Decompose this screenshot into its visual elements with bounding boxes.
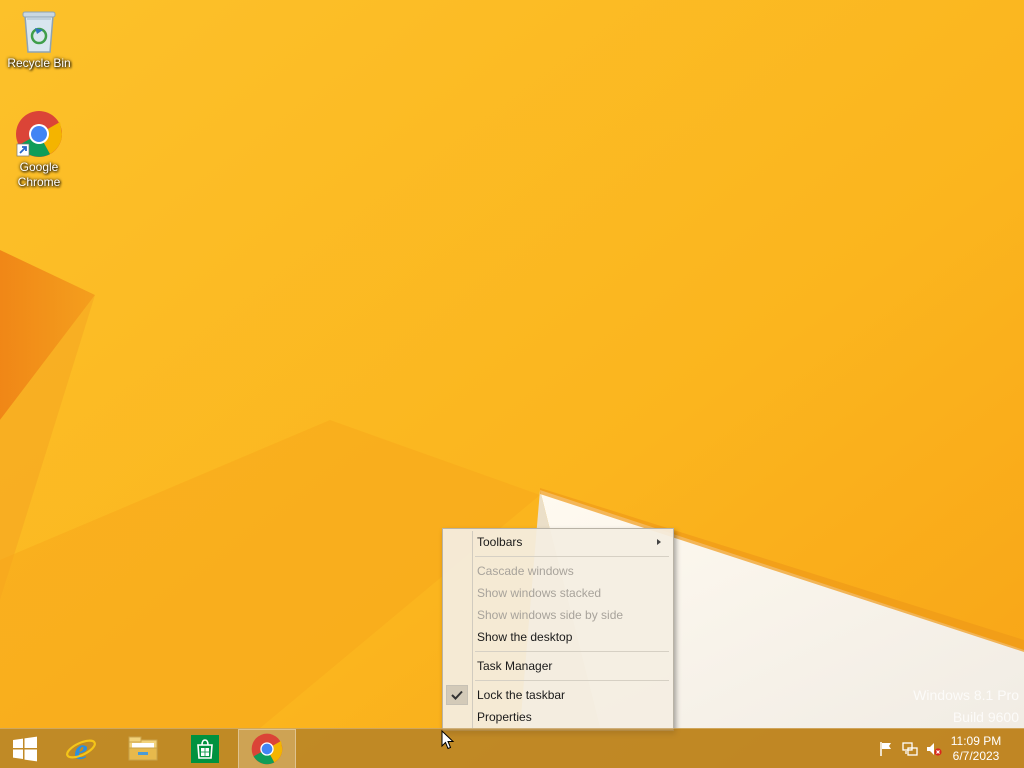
menu-separator [445, 677, 671, 684]
menu-item-label: Show windows stacked [477, 586, 602, 600]
menu-separator [445, 648, 671, 655]
system-tray: 11:09 PM 6/7/2023 [864, 729, 1024, 768]
menu-item-show-windows-stacked[interactable]: Show windows stacked [445, 582, 671, 604]
desktop-icon-label: Google Chrome [17, 160, 61, 189]
menu-item-label: Lock the taskbar [477, 688, 566, 702]
submenu-arrow-icon [657, 539, 661, 545]
menu-item-label: Show the desktop [477, 630, 573, 644]
taskbar-google-chrome[interactable] [238, 729, 296, 768]
menu-separator [445, 553, 671, 560]
clock-date: 6/7/2023 [952, 749, 1000, 763]
windows-start-icon [13, 736, 37, 762]
menu-item-task-manager[interactable]: Task Manager [445, 655, 671, 677]
start-button[interactable] [0, 729, 50, 768]
menu-item-show-the-desktop[interactable]: Show the desktop [445, 626, 671, 648]
menu-item-label: Show windows side by side [477, 608, 624, 622]
volume-muted-icon[interactable] [926, 741, 942, 757]
watermark-build: Build 9600 [952, 709, 1019, 725]
menu-item-label: Properties [477, 710, 532, 724]
taskbar-internet-explorer[interactable]: e [52, 729, 110, 768]
file-explorer-icon [128, 736, 158, 761]
svg-text:e: e [74, 733, 87, 765]
menu-item-lock-the-taskbar[interactable]: Lock the taskbar [445, 684, 671, 706]
chrome-icon [15, 110, 63, 158]
windows-edition-watermark: Windows 8.1 Pro Build 9600 [913, 684, 1019, 728]
internet-explorer-icon: e [66, 733, 96, 765]
chrome-icon [251, 733, 283, 765]
menu-item-properties[interactable]: Properties [445, 706, 671, 728]
taskbar-context-menu: Toolbars Cascade windows Show windows st… [442, 528, 674, 731]
taskbar-file-explorer[interactable] [114, 729, 172, 768]
menu-item-show-windows-side-by-side[interactable]: Show windows side by side [445, 604, 671, 626]
taskbar-clock[interactable]: 11:09 PM 6/7/2023 [946, 734, 1006, 764]
menu-item-label: Task Manager [477, 659, 553, 673]
menu-item-toolbars[interactable]: Toolbars [445, 531, 671, 553]
clock-time: 11:09 PM [950, 734, 1002, 748]
menu-item-label: Toolbars [477, 535, 523, 549]
watermark-edition: Windows 8.1 Pro [913, 687, 1019, 703]
taskbar: e 11:09 PM 6/7/2023 [0, 728, 1024, 768]
windows-store-icon [191, 735, 219, 763]
action-center-flag-icon[interactable] [878, 741, 894, 757]
menu-item-label: Cascade windows [477, 564, 574, 578]
checkmark-icon [446, 685, 468, 705]
mouse-pointer-icon [441, 730, 455, 750]
desktop-icon-google-chrome[interactable]: Google Chrome [1, 110, 77, 190]
menu-item-cascade-windows[interactable]: Cascade windows [445, 560, 671, 582]
taskbar-windows-store[interactable] [176, 729, 234, 768]
network-icon[interactable] [902, 741, 918, 757]
desktop-icon-recycle-bin[interactable]: Recycle Bin [1, 6, 77, 71]
desktop-icon-label: Recycle Bin [7, 56, 71, 70]
recycle-bin-icon [15, 6, 63, 54]
